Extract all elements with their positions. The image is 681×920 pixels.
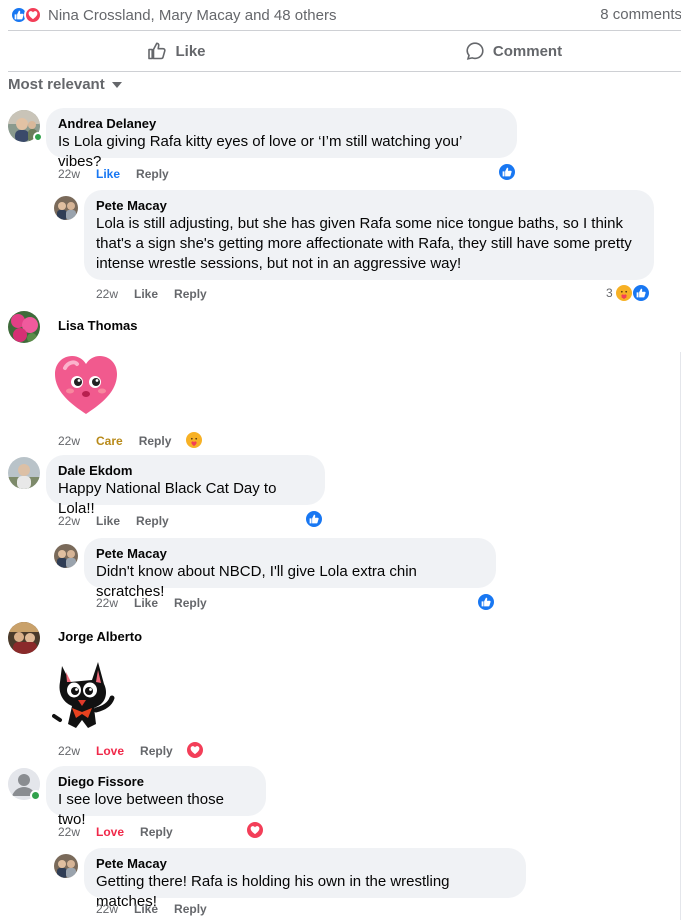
like-action[interactable]: Like — [134, 596, 158, 610]
love-action[interactable]: Love — [96, 825, 124, 839]
comment-bubble: Pete Macay Lola is still adjusting, but … — [84, 190, 654, 280]
comments-count[interactable]: 8 comments — [600, 6, 681, 23]
thumbs-up-icon — [148, 42, 167, 60]
comment-time[interactable]: 22w — [58, 514, 80, 528]
comment-actions: 22w Care Reply — [58, 434, 171, 448]
comment-bubble: Pete Macay Getting there! Rafa is holdin… — [84, 848, 526, 910]
like-action[interactable]: Like — [134, 902, 158, 916]
comment-time[interactable]: 22w — [96, 287, 118, 301]
sort-dropdown[interactable]: Most relevant — [8, 76, 123, 93]
sort-label: Most relevant — [8, 76, 105, 93]
action-bar: Like Comment — [8, 32, 681, 70]
like-button-label: Like — [175, 42, 206, 60]
pink-heart-sticker — [53, 354, 119, 416]
comment-actions: 22w Like Reply — [58, 514, 169, 528]
comment-text: I see love between those two! — [58, 791, 224, 828]
love-icon[interactable] — [246, 821, 264, 839]
comment-actions: 22w Like Reply — [96, 287, 207, 301]
love-icon — [24, 6, 42, 24]
black-cat-sticker — [52, 658, 116, 736]
reaction-icon-stack — [10, 6, 42, 24]
love-action[interactable]: Love — [96, 744, 124, 758]
reply-action[interactable]: Reply — [136, 167, 169, 181]
comment-time[interactable]: 22w — [96, 596, 118, 610]
avatar[interactable] — [8, 622, 40, 654]
avatar[interactable] — [8, 457, 40, 489]
like-action[interactable]: Like — [96, 167, 120, 181]
reply-action[interactable]: Reply — [140, 825, 173, 839]
avatar[interactable] — [54, 854, 78, 878]
comment-actions: 22w Like Reply — [96, 902, 207, 916]
comment-bubble: Pete Macay Didn't know about NBCD, I'll … — [84, 538, 496, 600]
comment-actions: 22w Love Reply — [58, 744, 173, 758]
comment-bubble: Diego Fissore I see love between those t… — [46, 766, 266, 828]
comment-button[interactable]: Comment — [345, 32, 681, 70]
comment-author[interactable]: Dale Ekdom — [58, 463, 313, 479]
care-icon[interactable] — [615, 284, 633, 302]
reactions-summary[interactable]: Nina Crossland, Mary Macay and 48 others… — [10, 4, 681, 26]
like-button[interactable]: Like — [8, 32, 345, 70]
reply-action[interactable]: Reply — [140, 744, 173, 758]
online-status-dot — [30, 790, 41, 801]
reactors-names[interactable]: Nina Crossland, Mary Macay and 48 others — [48, 7, 336, 24]
comment-actions: 22w Like Reply — [96, 596, 207, 610]
comment-actions: 22w Like Reply — [58, 167, 169, 181]
love-icon[interactable] — [186, 741, 204, 759]
online-status-dot — [33, 132, 43, 142]
like-icon[interactable] — [498, 163, 516, 181]
comment-time[interactable]: 22w — [58, 167, 80, 181]
reply-action[interactable]: Reply — [174, 902, 207, 916]
avatar[interactable] — [54, 544, 78, 568]
comment-button-label: Comment — [492, 42, 563, 60]
comment-author[interactable]: Pete Macay — [96, 546, 484, 562]
comment-author[interactable]: Pete Macay — [96, 856, 514, 872]
like-action[interactable]: Like — [96, 514, 120, 528]
like-icon[interactable] — [305, 510, 323, 528]
like-icon[interactable] — [632, 284, 650, 302]
care-icon[interactable] — [185, 431, 203, 449]
comment-author[interactable]: Lisa Thomas — [58, 318, 137, 333]
care-action[interactable]: Care — [96, 434, 123, 448]
like-action[interactable]: Like — [134, 287, 158, 301]
comment-time[interactable]: 22w — [96, 902, 118, 916]
comment-author[interactable]: Jorge Alberto — [58, 629, 142, 644]
comment-bubble: Andrea Delaney Is Lola giving Rafa kitty… — [46, 108, 517, 170]
comment-author[interactable]: Andrea Delaney — [58, 116, 505, 132]
reply-action[interactable]: Reply — [139, 434, 172, 448]
comment-actions: 22w Love Reply — [58, 825, 173, 839]
comment-time[interactable]: 22w — [58, 744, 80, 758]
comment-time[interactable]: 22w — [58, 434, 80, 448]
reaction-count[interactable]: 3 — [606, 286, 613, 300]
divider — [8, 71, 681, 72]
comment-bubble-icon — [466, 42, 484, 60]
comment-author[interactable]: Diego Fissore — [58, 774, 254, 790]
comment-bubble: Dale Ekdom Happy National Black Cat Day … — [46, 455, 325, 517]
reply-action[interactable]: Reply — [174, 596, 207, 610]
reply-action[interactable]: Reply — [174, 287, 207, 301]
comment-text: Is Lola giving Rafa kitty eyes of love o… — [58, 133, 462, 170]
comment-time[interactable]: 22w — [58, 825, 80, 839]
divider — [8, 30, 681, 31]
comment-author[interactable]: Pete Macay — [96, 198, 642, 214]
caret-down-icon — [111, 81, 122, 88]
avatar[interactable] — [54, 196, 78, 220]
comment-text: Lola is still adjusting, but she has giv… — [96, 215, 632, 272]
like-icon[interactable] — [477, 593, 495, 611]
reply-action[interactable]: Reply — [136, 514, 169, 528]
avatar[interactable] — [8, 311, 40, 343]
comment-text: Happy National Black Cat Day to Lola!! — [58, 480, 277, 517]
